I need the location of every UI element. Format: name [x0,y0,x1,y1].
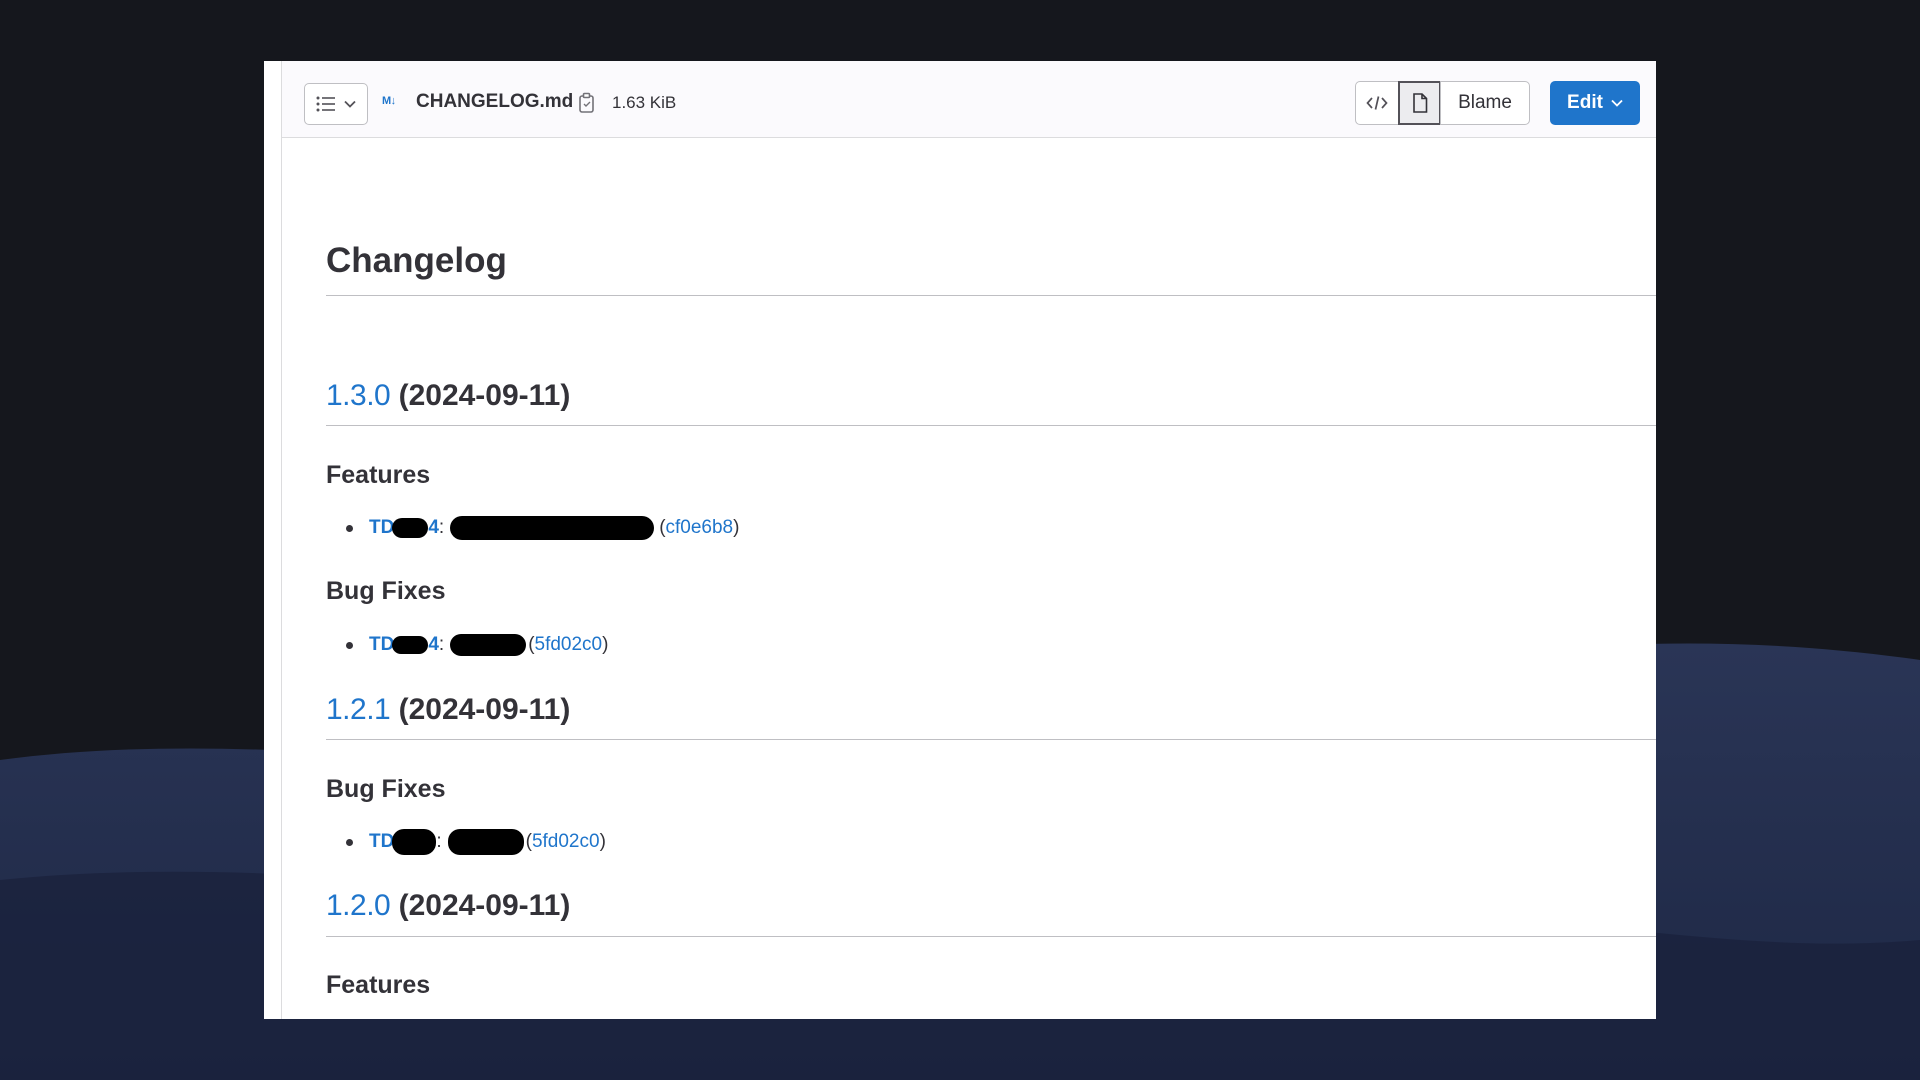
bullet [346,838,353,846]
section-heading: Features [326,971,431,999]
close-paren: ) [599,831,606,852]
section-heading: Bug Fixes [326,577,446,605]
list-item: TD 4 : ( 5fd02c0 ) [346,632,608,658]
commit-link[interactable]: 5fd02c0 [532,831,600,853]
commit-link[interactable]: cf0e6b8 [666,517,734,539]
issue-link[interactable]: TD [369,829,437,855]
separator: : [436,831,442,852]
release-version-link[interactable]: 1.2.0 [326,889,391,922]
release-divider [326,936,1656,937]
commit-link[interactable]: 5fd02c0 [535,634,603,656]
release-divider [326,425,1656,426]
separator: : [438,634,445,655]
bullet [346,524,353,532]
redacted-block [392,636,429,654]
close-paren: ) [733,517,740,538]
redacted-block [392,518,429,538]
title-divider [326,295,1656,296]
redacted-description [447,829,524,855]
release-heading: 1.3.0 (2024-09-11) [326,379,570,413]
issue-link[interactable]: TD 4 [369,517,439,539]
release-date: (2024-09-11) [398,379,571,412]
issue-link[interactable]: TD 4 [369,634,439,656]
release-heading: 1.2.0 (2024-09-11) [326,889,570,923]
separator: : [438,517,445,538]
panel-divider [281,61,282,1019]
redacted-block [392,829,437,855]
section-heading: Bug Fixes [326,775,446,803]
list-item: TD 4 : ( cf0e6b8 ) [346,515,739,541]
release-divider [326,739,1656,740]
release-date: (2024-09-11) [398,889,571,922]
release-date: (2024-09-11) [398,693,571,726]
page-title: Changelog [326,241,507,280]
redacted-description [450,516,655,540]
release-version-link[interactable]: 1.2.1 [326,693,391,726]
redacted-description [450,634,527,656]
markdown-content: Changelog 1.3.0 (2024-09-11) Features TD… [326,61,1656,1019]
section-heading: Features [326,461,431,489]
close-paren: ) [602,634,609,655]
bullet [346,641,353,649]
release-heading: 1.2.1 (2024-09-11) [326,693,570,727]
file-viewer-window: M↓ CHANGELOG.md 1.63 KiB Blame Edit Chan… [264,61,1656,1019]
list-item: TD : ( 5fd02c0 ) [346,829,606,855]
release-version-link[interactable]: 1.3.0 [326,379,391,412]
